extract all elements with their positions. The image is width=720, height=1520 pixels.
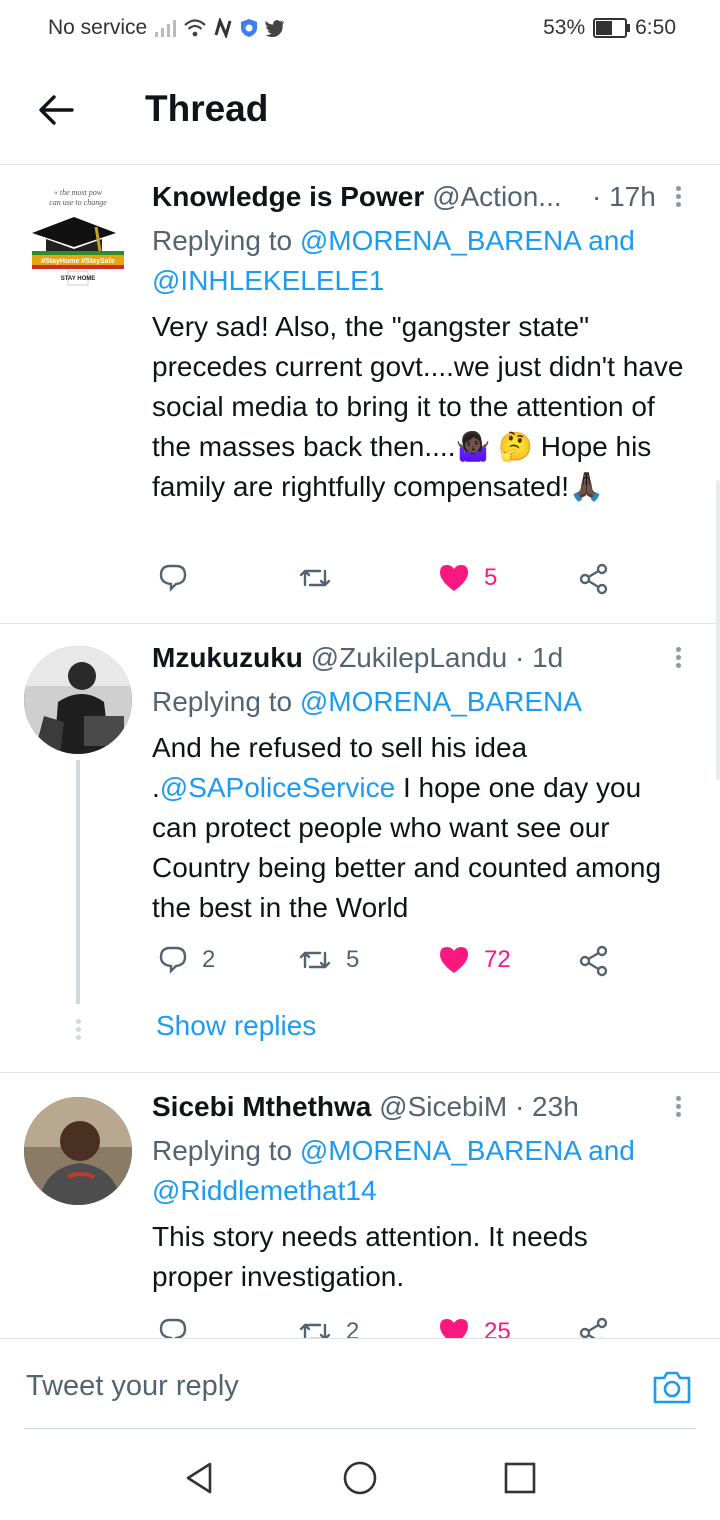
reply-button[interactable]: [158, 563, 188, 593]
tweet-time: · 23h: [514, 1091, 579, 1122]
svg-text:can use to change: can use to change: [49, 198, 107, 207]
handle[interactable]: @Action...: [432, 181, 562, 212]
tweet-header: Mzukuzuku @ZukilepLandu · 1d: [152, 642, 662, 674]
replying-prefix: Replying to: [152, 225, 300, 256]
retweet-count: 5: [346, 946, 360, 973]
retweet-button[interactable]: [298, 563, 332, 593]
carrier-label: No service: [48, 16, 148, 39]
reply-icon: [159, 564, 187, 592]
share-icon: [579, 563, 608, 595]
reply-count: 2: [202, 946, 216, 973]
tweet-actions: 5: [152, 563, 632, 603]
replying-to: Replying to @MORENA_BARENA and @Riddleme…: [152, 1131, 692, 1211]
clock: 6:50: [635, 16, 676, 39]
mention-link[interactable]: @Riddlemethat14: [152, 1175, 377, 1206]
battery-percent: 53%: [543, 16, 586, 39]
wifi-icon: [184, 19, 206, 37]
heart-icon: [440, 565, 468, 591]
tweet-reply-input[interactable]: [24, 1355, 628, 1417]
mention-link[interactable]: @MORENA_BARENA: [300, 686, 582, 717]
replying-prefix: Replying to: [152, 686, 300, 717]
handle[interactable]: @ZukilepLandu: [311, 642, 508, 673]
svg-text:#StayHome #StaySafe: #StayHome #StaySafe: [41, 258, 115, 265]
mention-link[interactable]: @SAPoliceService: [160, 772, 395, 803]
share-icon: [579, 945, 608, 977]
tweet-header: Sicebi Mthethwa @SicebiM · 23h: [152, 1091, 662, 1123]
tweet-time: · 17h: [592, 181, 656, 212]
avatar[interactable]: « the most pow can use to change #StayHo…: [24, 181, 132, 289]
handle[interactable]: @SicebiM: [379, 1091, 507, 1122]
tweet-actions: 2 5 72: [152, 945, 632, 985]
graduation-cap-logo: « the most pow can use to change #StayHo…: [32, 188, 124, 286]
top-app-bar: Thread: [0, 56, 720, 165]
replying-to: Replying to @MORENA_BARENA and @INHLEKEL…: [152, 221, 692, 301]
thread-connector-line: [76, 760, 80, 1004]
svg-text:STAY HOME: STAY HOME: [61, 276, 96, 282]
tweet-text: And he refused to sell his idea .@SAPoli…: [152, 728, 682, 928]
replying-to: Replying to @MORENA_BARENA: [152, 682, 692, 722]
more-vertical-icon[interactable]: [672, 1093, 684, 1123]
svg-text:« the most pow: « the most pow: [54, 188, 103, 197]
avatar-photo: [24, 646, 132, 754]
display-name[interactable]: Mzukuzuku: [152, 642, 303, 673]
system-nav-bar: [0, 1432, 720, 1520]
mention-joiner: and: [580, 1135, 635, 1166]
avatar[interactable]: [24, 646, 132, 754]
retweet-icon: [299, 569, 331, 587]
reply-composer: [0, 1338, 720, 1431]
nav-back-icon[interactable]: [182, 1460, 218, 1496]
signal-icon: [155, 20, 177, 37]
mention-link[interactable]: @MORENA_BARENA: [300, 225, 581, 256]
more-vertical-icon[interactable]: [672, 644, 684, 674]
like-button[interactable]: 72: [438, 945, 511, 975]
tweet-text: This story needs attention. It needs pro…: [152, 1221, 588, 1292]
reply-icon: [159, 946, 187, 974]
page-title: Thread: [145, 88, 269, 129]
tweet-2[interactable]: Mzukuzuku @ZukilepLandu · 1d Replying to…: [0, 624, 720, 1073]
display-name[interactable]: Knowledge is Power: [152, 181, 424, 212]
share-button[interactable]: [578, 945, 610, 977]
thread-dots: [76, 1016, 81, 1043]
mention-link[interactable]: @INHLEKELELE1: [152, 265, 384, 296]
mention-link[interactable]: @MORENA_BARENA: [300, 1135, 581, 1166]
tweet-header: Knowledge is Power @Action...: [152, 181, 662, 213]
like-count: 5: [484, 564, 498, 591]
vpn-shield-icon: [241, 19, 258, 37]
twitter-notification-icon: [265, 19, 285, 37]
composer-divider: [24, 1428, 696, 1429]
more-vertical-icon[interactable]: [672, 183, 684, 213]
show-replies-link[interactable]: Show replies: [156, 1010, 316, 1042]
reply-button[interactable]: 2: [158, 945, 215, 975]
tweet-1[interactable]: « the most pow can use to change #StayHo…: [0, 165, 720, 624]
share-button[interactable]: [578, 563, 610, 595]
avatar[interactable]: [24, 1097, 132, 1205]
scrollbar[interactable]: [716, 480, 720, 780]
like-count: 72: [484, 946, 511, 973]
retweet-button[interactable]: 5: [298, 945, 359, 975]
tweet-text: Very sad! Also, the "gangster state" pre…: [152, 311, 684, 502]
nfc-icon: [214, 18, 232, 38]
back-arrow-icon[interactable]: [36, 90, 76, 130]
tweet-time: · 1d: [515, 642, 564, 673]
display-name[interactable]: Sicebi Mthethwa: [152, 1091, 371, 1122]
nav-recents-icon[interactable]: [502, 1460, 538, 1496]
nav-home-icon[interactable]: [342, 1460, 378, 1496]
mention-joiner: and: [580, 225, 635, 256]
like-button[interactable]: 5: [438, 563, 497, 593]
heart-icon: [440, 947, 468, 973]
camera-icon[interactable]: [652, 1369, 692, 1405]
tweet-3[interactable]: Sicebi Mthethwa @SicebiM · 23h Replying …: [0, 1073, 720, 1373]
avatar-photo: [24, 1097, 132, 1205]
replying-prefix: Replying to: [152, 1135, 300, 1166]
status-bar: No service 53% 6:50: [0, 0, 720, 56]
retweet-icon: [299, 951, 331, 969]
battery-icon: [593, 18, 631, 38]
